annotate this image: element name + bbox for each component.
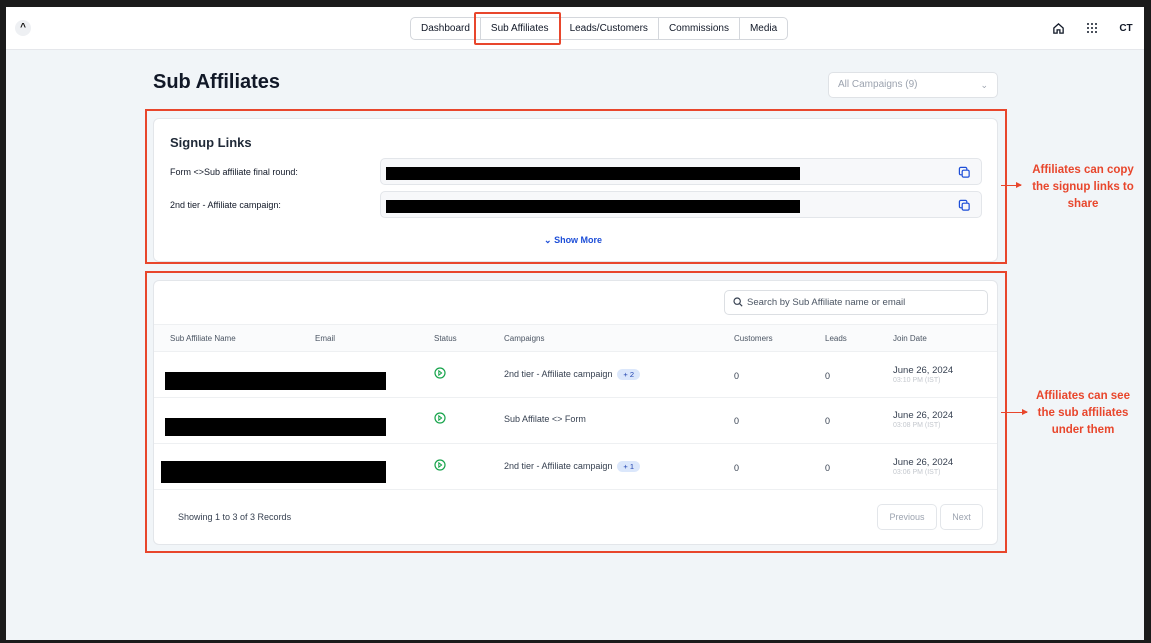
- campaign-filter-value: All Campaigns (9): [838, 79, 918, 90]
- records-count: Showing 1 to 3 of 3 Records: [178, 512, 292, 522]
- column-header: Campaigns: [504, 334, 545, 343]
- page-title: Sub Affiliates: [153, 71, 281, 93]
- table-row[interactable]: 2nd tier - Affiliate campaign + 2 0 0 Jun…: [154, 352, 997, 398]
- active-status-icon: [434, 459, 446, 471]
- tab-media[interactable]: Media: [740, 18, 787, 39]
- sub-affiliates-table-card: Search by Sub Affiliate name or email Su…: [153, 280, 998, 545]
- active-status-icon: [434, 412, 446, 424]
- active-status-icon: [434, 367, 446, 379]
- join-time: 03:06 PM (IST): [893, 469, 941, 476]
- table-header: Sub Affiliate Name Email Status Campaign…: [154, 324, 997, 352]
- tab-leads-customers[interactable]: Leads/Customers: [560, 18, 659, 39]
- extra-campaigns-badge[interactable]: + 2: [617, 369, 641, 381]
- redacted-link: [386, 167, 800, 180]
- signup-link-field[interactable]: [380, 158, 982, 185]
- join-date: June 26, 2024: [893, 365, 954, 376]
- logo-icon[interactable]: ^: [15, 20, 31, 36]
- extra-campaigns-badge[interactable]: + 1: [617, 461, 641, 473]
- tab-sub-affiliates[interactable]: Sub Affiliates: [480, 18, 560, 39]
- annotation-line: Affiliates can copy: [1032, 164, 1134, 176]
- redacted-name-email: [165, 418, 386, 436]
- show-more-label: Show More: [554, 235, 603, 245]
- next-page-button[interactable]: Next: [940, 504, 983, 530]
- app-frame: ^ Dashboard Sub Affiliates Leads/Custome…: [6, 7, 1144, 640]
- search-placeholder: Search by Sub Affiliate name or email: [747, 297, 906, 308]
- customers-count: 0: [734, 463, 740, 473]
- campaign-cell: Sub Affilate <> Form: [504, 414, 586, 424]
- campaign-name: 2nd tier - Affiliate campaign: [504, 461, 613, 471]
- show-more-button[interactable]: ⌄ Show More: [544, 235, 602, 246]
- column-header: Join Date: [893, 334, 927, 343]
- customers-count: 0: [734, 416, 740, 426]
- annotation-line: Affiliates can see: [1036, 390, 1130, 402]
- campaign-name: Sub Affilate <> Form: [504, 414, 586, 424]
- annotation-arrow: [1001, 182, 1022, 188]
- join-time: 03:08 PM (IST): [893, 422, 941, 429]
- column-header: Sub Affiliate Name: [170, 334, 236, 343]
- campaign-cell: 2nd tier - Affiliate campaign + 2: [504, 369, 641, 381]
- top-right-icons: CT: [1050, 20, 1134, 36]
- top-navigation-bar: ^ Dashboard Sub Affiliates Leads/Custome…: [6, 7, 1144, 50]
- chevron-down-icon: ⌄: [980, 80, 988, 90]
- annotation-line: share: [1067, 198, 1099, 210]
- column-header: Leads: [825, 334, 847, 343]
- campaign-cell: 2nd tier - Affiliate campaign + 1: [504, 461, 641, 473]
- annotation-line: the sub affiliates: [1037, 407, 1129, 419]
- copy-links-annotation: Affiliates can copy the signup links to …: [1022, 162, 1144, 213]
- annotation-line: under them: [1051, 424, 1115, 436]
- redacted-name-email: [165, 372, 386, 390]
- table-row[interactable]: Sub Affilate <> Form 0 0 June 26, 2024 0…: [154, 398, 997, 444]
- column-header: Customers: [734, 334, 773, 343]
- leads-count: 0: [825, 416, 831, 426]
- column-header: Status: [434, 334, 457, 343]
- home-icon[interactable]: [1050, 20, 1066, 36]
- tab-commissions[interactable]: Commissions: [659, 18, 740, 39]
- signup-link-field[interactable]: [380, 191, 982, 218]
- chevron-down-icon: ⌄: [544, 235, 552, 245]
- main-nav-tabs: Dashboard Sub Affiliates Leads/Customers…: [410, 17, 789, 40]
- signup-link-label: 2nd tier - Affiliate campaign:: [170, 200, 281, 210]
- search-input[interactable]: Search by Sub Affiliate name or email: [724, 290, 988, 315]
- previous-page-button[interactable]: Previous: [877, 504, 937, 530]
- redacted-name-email: [161, 461, 386, 483]
- campaign-name: 2nd tier - Affiliate campaign: [504, 369, 613, 379]
- leads-count: 0: [825, 371, 831, 381]
- search-icon: [733, 297, 743, 307]
- tab-dashboard[interactable]: Dashboard: [411, 18, 481, 39]
- join-date: June 26, 2024: [893, 410, 954, 421]
- leads-count: 0: [825, 463, 831, 473]
- copy-icon[interactable]: [958, 166, 971, 179]
- table-row[interactable]: 2nd tier - Affiliate campaign + 1 0 0 Jun…: [154, 444, 997, 490]
- signup-links-card: Signup Links Form <>Sub affiliate final …: [153, 118, 998, 262]
- customers-count: 0: [734, 371, 740, 381]
- signup-links-title: Signup Links: [170, 135, 252, 150]
- join-time: 03:10 PM (IST): [893, 377, 941, 384]
- campaign-filter-select[interactable]: All Campaigns (9) ⌄: [828, 72, 998, 98]
- signup-link-label: Form <>Sub affiliate final round:: [170, 167, 298, 177]
- annotation-line: the signup links to: [1032, 181, 1134, 193]
- see-sub-affiliates-annotation: Affiliates can see the sub affiliates un…: [1022, 388, 1144, 439]
- redacted-link: [386, 200, 800, 213]
- user-avatar[interactable]: CT: [1118, 20, 1134, 36]
- column-header: Email: [315, 334, 336, 343]
- copy-icon[interactable]: [958, 199, 971, 212]
- grid-icon[interactable]: [1084, 20, 1100, 36]
- join-date: June 26, 2024: [893, 457, 954, 468]
